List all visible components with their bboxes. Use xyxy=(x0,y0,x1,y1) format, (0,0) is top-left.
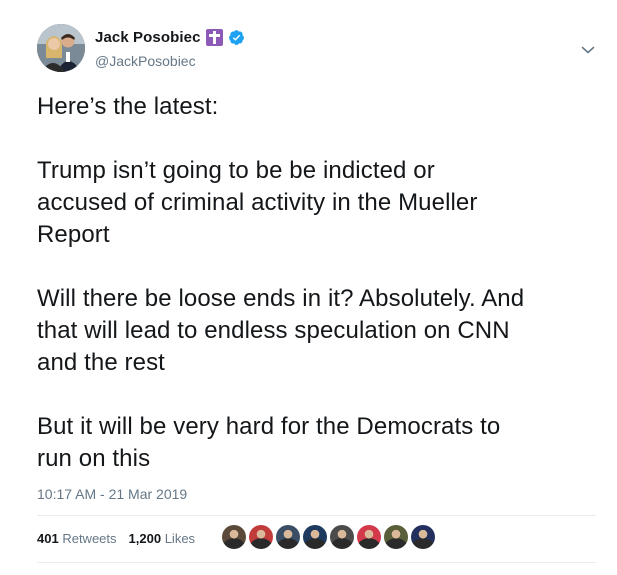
chevron-down-icon[interactable] xyxy=(580,42,596,58)
liker-avatar[interactable] xyxy=(222,525,246,549)
author-name-row[interactable]: Jack Posobiec xyxy=(95,29,245,46)
tweet-card: Jack Posobiec @JackPosobiec Here’s the l… xyxy=(0,0,617,575)
latin-cross-icon xyxy=(205,29,223,46)
verified-badge-icon xyxy=(228,30,244,45)
likes-count: 1,200 xyxy=(128,531,162,546)
liker-avatar[interactable] xyxy=(276,525,300,549)
author-avatar[interactable] xyxy=(37,24,85,72)
retweets-label: Retweets xyxy=(62,531,117,546)
likes-stat[interactable]: 1,200 Likes xyxy=(129,531,196,546)
avatar-photo xyxy=(37,24,85,72)
tweet-stats: 401 Retweets 1,200 Likes xyxy=(37,531,207,546)
liker-avatar[interactable] xyxy=(411,525,435,549)
liker-avatars xyxy=(222,525,435,549)
liker-avatar[interactable] xyxy=(330,525,354,549)
tweet-text: Here’s the latest: Trump isn’t going to … xyxy=(37,91,597,475)
divider xyxy=(37,515,596,516)
divider xyxy=(37,562,596,563)
author-display-name[interactable]: Jack Posobiec xyxy=(95,29,201,46)
liker-avatar[interactable] xyxy=(249,525,273,549)
tweet-paragraph: Trump isn’t going to be be indicted or a… xyxy=(37,157,478,248)
tweet-paragraph: Here’s the latest: xyxy=(37,93,219,120)
retweets-stat[interactable]: 401 Retweets xyxy=(37,531,117,546)
liker-avatar[interactable] xyxy=(303,525,327,549)
liker-avatar[interactable] xyxy=(384,525,408,549)
tweet-paragraph: But it will be very hard for the Democra… xyxy=(37,413,501,472)
retweets-count: 401 xyxy=(37,531,59,546)
author-handle[interactable]: @JackPosobiec xyxy=(95,53,196,69)
liker-avatar[interactable] xyxy=(357,525,381,549)
tweet-timestamp[interactable]: 10:17 AM - 21 Mar 2019 xyxy=(37,486,187,502)
likes-label: Likes xyxy=(164,531,196,546)
tweet-paragraph: Will there be loose ends in it? Absolute… xyxy=(37,285,525,376)
